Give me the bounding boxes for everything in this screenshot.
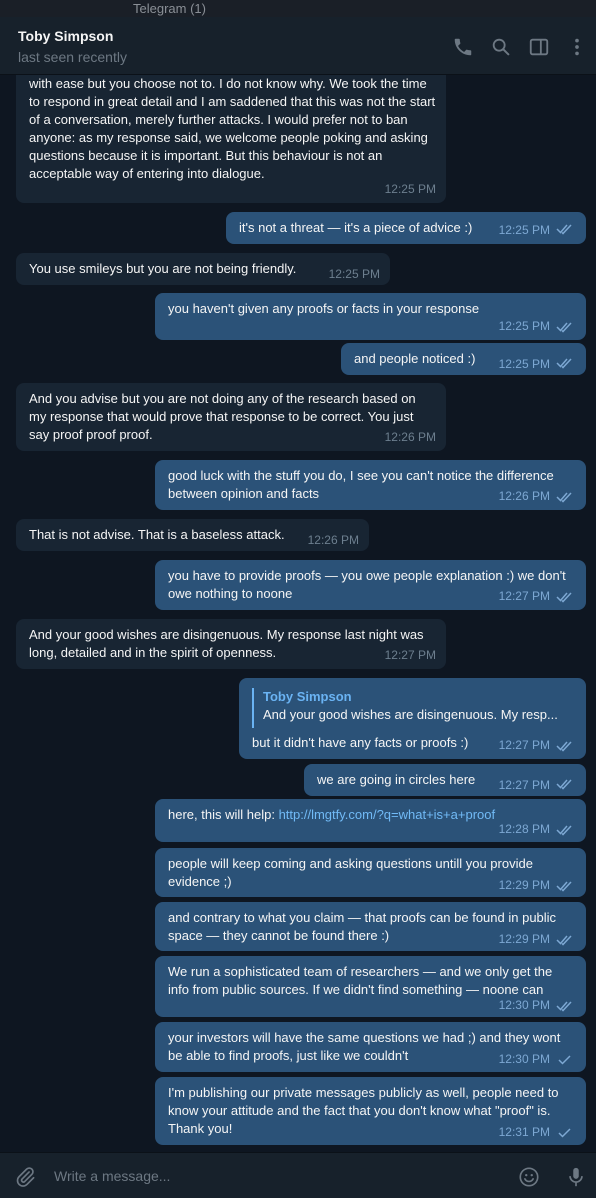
message-text: and people noticed :) (354, 351, 476, 366)
message-text: you haven't given any proofs or facts in… (168, 301, 480, 316)
message-incoming[interactable]: with ease but you choose not to. I do no… (16, 75, 446, 203)
sent-check-icon (556, 1127, 574, 1139)
message-outgoing[interactable]: we are going in circles here 12:27 PM (304, 764, 586, 796)
message-time: 12:25 PM (498, 319, 550, 333)
message-time: 12:27 PM (498, 589, 550, 603)
window-titlebar: Telegram (1) (0, 0, 596, 17)
message-outgoing[interactable]: you haven't given any proofs or facts in… (155, 293, 586, 340)
message-time: 12:25 PM (498, 223, 550, 237)
microphone-icon[interactable] (565, 1166, 587, 1188)
message-outgoing[interactable]: here, this will help: http://lmgtfy.com/… (155, 799, 586, 842)
message-text: We run a sophisticated team of researche… (168, 964, 553, 997)
attach-icon[interactable] (14, 1166, 36, 1188)
message-outgoing[interactable]: good luck with the stuff you do, I see y… (155, 460, 586, 510)
message-outgoing[interactable]: your investors will have the same questi… (155, 1022, 586, 1072)
reply-author: Toby Simpson (263, 689, 352, 704)
sent-check-icon (556, 1054, 574, 1066)
message-composer (0, 1152, 596, 1198)
message-time: 12:31 PM (498, 1125, 550, 1139)
message-text: here, this will help: (168, 807, 279, 822)
read-double-check-icon (556, 824, 574, 836)
message-outgoing[interactable]: people will keep coming and asking quest… (155, 848, 586, 897)
message-time: 12:29 PM (498, 932, 550, 946)
more-icon[interactable] (566, 36, 588, 58)
message-text: And you advise but you are not doing any… (29, 391, 416, 442)
message-time: 12:25 PM (498, 357, 550, 371)
message-incoming[interactable]: That is not advise. That is a baseless a… (16, 519, 369, 551)
message-incoming[interactable]: You use smileys but you are not being fr… (16, 253, 390, 285)
message-outgoing[interactable]: I'm publishing our private messages publ… (155, 1077, 586, 1145)
message-text: with ease but you choose not to. I do no… (29, 76, 436, 181)
message-text: we are going in circles here (317, 772, 476, 787)
message-text: You use smileys but you are not being fr… (29, 261, 297, 276)
read-double-check-icon (556, 740, 574, 752)
message-text: That is not advise. That is a baseless a… (29, 527, 285, 542)
read-double-check-icon (556, 591, 574, 603)
read-double-check-icon (556, 1000, 574, 1012)
message-incoming[interactable]: And your good wishes are disingenuous. M… (16, 619, 446, 669)
message-list[interactable]: with ease but you choose not to. I do no… (0, 75, 596, 1152)
message-outgoing[interactable]: We run a sophisticated team of researche… (155, 956, 586, 1017)
message-time: 12:30 PM (498, 998, 550, 1012)
window-title: Telegram (1) (133, 1, 206, 16)
read-double-check-icon (556, 357, 574, 369)
message-text: And your good wishes are disingenuous. M… (29, 627, 424, 660)
message-outgoing[interactable]: it's not a threat — it's a piece of advi… (226, 212, 586, 244)
message-incoming[interactable]: And you advise but you are not doing any… (16, 383, 446, 451)
message-time: 12:25 PM (328, 267, 380, 281)
reply-quote[interactable]: Toby Simpson And your good wishes are di… (252, 688, 574, 728)
contact-status: last seen recently (18, 49, 127, 65)
message-time: 12:30 PM (498, 1052, 550, 1066)
read-double-check-icon (556, 880, 574, 892)
reply-text: And your good wishes are disingenuous. M… (263, 707, 558, 722)
message-outgoing[interactable]: and contrary to what you claim — that pr… (155, 902, 586, 951)
message-time: 12:28 PM (498, 822, 550, 836)
message-outgoing-reply[interactable]: Toby Simpson And your good wishes are di… (239, 678, 586, 759)
read-double-check-icon (556, 223, 574, 235)
message-text: it's not a threat — it's a piece of advi… (239, 220, 473, 235)
message-outgoing[interactable]: and people noticed :) 12:25 PM (341, 343, 586, 375)
message-outgoing[interactable]: you have to provide proofs — you owe peo… (155, 560, 586, 610)
message-time: 12:25 PM (384, 182, 436, 196)
search-icon[interactable] (490, 36, 512, 58)
message-input[interactable] (54, 1165, 494, 1187)
read-double-check-icon (556, 778, 574, 790)
emoji-icon[interactable] (518, 1166, 540, 1188)
contact-name[interactable]: Toby Simpson (18, 28, 113, 44)
message-time: 12:26 PM (498, 489, 550, 503)
phone-icon[interactable] (452, 36, 474, 58)
message-time: 12:29 PM (498, 878, 550, 892)
chat-header: Toby Simpson last seen recently (0, 17, 596, 75)
read-double-check-icon (556, 934, 574, 946)
message-time: 12:26 PM (307, 533, 359, 547)
read-double-check-icon (556, 491, 574, 503)
sidebar-toggle-icon[interactable] (528, 36, 550, 58)
message-time: 12:26 PM (384, 430, 436, 444)
read-double-check-icon (556, 321, 574, 333)
message-link[interactable]: http://lmgtfy.com/?q=what+is+a+proof (279, 807, 496, 822)
message-time: 12:27 PM (384, 648, 436, 662)
message-time: 12:27 PM (498, 738, 550, 752)
message-time: 12:27 PM (498, 778, 550, 792)
